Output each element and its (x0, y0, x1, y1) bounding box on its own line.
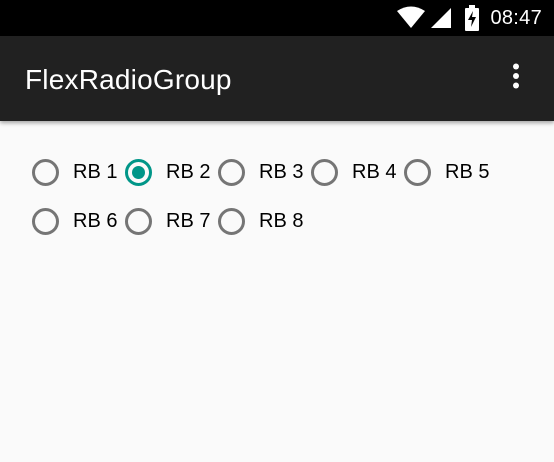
radio-row: RB 1 RB 2 RB 3 RB 4 RB 5 (32, 152, 522, 192)
radio-button-rb1[interactable]: RB 1 (32, 152, 125, 192)
radio-label: RB 1 (73, 160, 118, 183)
battery-charging-icon (464, 5, 480, 31)
more-vert-icon (512, 63, 520, 94)
radio-button-rb2[interactable]: RB 2 (125, 152, 218, 192)
radio-label: RB 3 (259, 160, 304, 183)
radio-button-rb4[interactable]: RB 4 (311, 152, 404, 192)
radio-button-rb6[interactable]: RB 6 (32, 201, 125, 241)
radio-circle (218, 207, 245, 235)
app-title: FlexRadioGroup (25, 64, 232, 95)
status-bar: 08:47 (0, 0, 554, 36)
radio-button-rb5[interactable]: RB 5 (404, 152, 497, 192)
radio-circle (125, 207, 152, 235)
wifi-icon (396, 6, 426, 30)
radio-label: RB 5 (445, 160, 490, 183)
status-icons: 08:47 (396, 0, 542, 36)
radio-circle (404, 158, 431, 186)
radio-label: RB 7 (166, 209, 211, 232)
radio-circle (32, 207, 59, 235)
radio-label: RB 6 (73, 209, 118, 232)
radio-row: RB 6 RB 7 RB 8 (32, 201, 522, 241)
radio-label: RB 8 (259, 209, 304, 232)
radio-button-rb8[interactable]: RB 8 (218, 201, 311, 241)
radio-label: RB 2 (166, 160, 211, 183)
radio-circle (32, 158, 59, 186)
status-clock: 08:47 (490, 7, 542, 29)
radio-button-rb7[interactable]: RB 7 (125, 201, 218, 241)
app-bar: FlexRadioGroup (0, 36, 554, 121)
radio-circle (311, 158, 338, 186)
cellular-signal-icon (430, 7, 452, 29)
flex-radio-group: RB 1 RB 2 RB 3 RB 4 RB 5 RB 6 RB 7 RB 8 (32, 152, 522, 250)
radio-label: RB 4 (352, 160, 397, 183)
overflow-menu-button[interactable] (496, 58, 536, 98)
radio-circle (218, 158, 245, 186)
radio-button-rb3[interactable]: RB 3 (218, 152, 311, 192)
radio-circle (125, 158, 152, 186)
